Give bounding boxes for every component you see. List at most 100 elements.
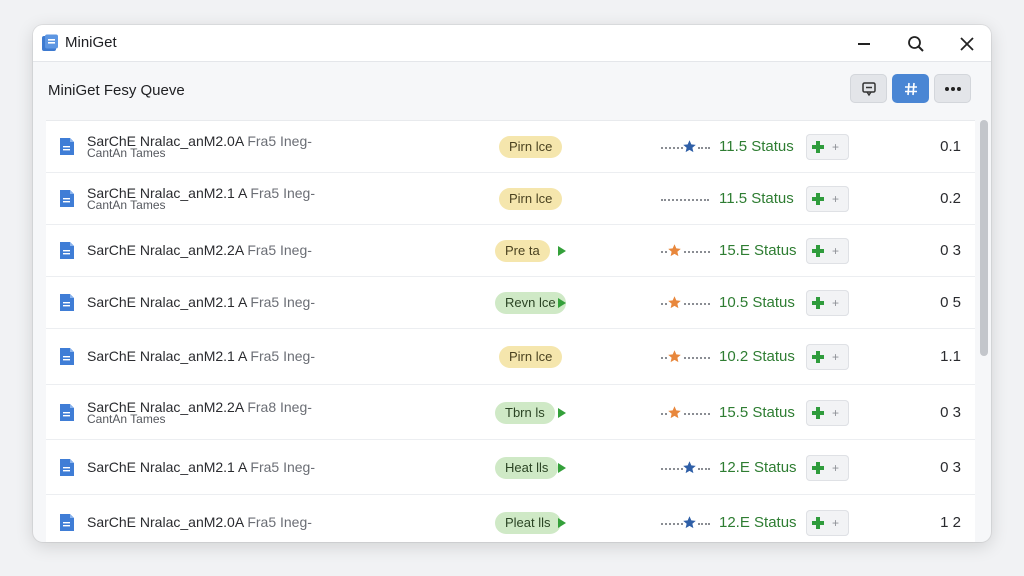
file-name-text: SarChE Nralac_anM2.1 A: [87, 348, 247, 364]
rating-dots: [661, 468, 683, 470]
row-actions: +: [806, 186, 849, 212]
comment-button[interactable]: [850, 74, 887, 103]
rating-dots: [684, 303, 710, 305]
title-bar: MiniGet: [33, 25, 991, 62]
secondary-add-icon[interactable]: +: [832, 407, 839, 419]
add-icon[interactable]: [811, 350, 825, 364]
star-icon: [668, 350, 681, 363]
file-kind: Fra5 Ineg-: [250, 459, 316, 475]
row-actions: +: [806, 290, 849, 316]
document-file-icon: [60, 459, 74, 476]
add-icon[interactable]: [811, 244, 825, 258]
row-actions: +: [806, 510, 849, 536]
rating-dots: [698, 468, 710, 470]
search-icon: [908, 36, 924, 52]
file-name: SarChE Nralac_anM2.1 A Fra5 Ineg-: [87, 294, 315, 310]
file-name: SarChE Nralac_anM2.0A Fra5 Ineg-: [87, 514, 312, 530]
secondary-add-icon[interactable]: +: [832, 462, 839, 474]
document-file-icon: [60, 138, 74, 155]
document-file-icon: [60, 294, 74, 311]
secondary-add-icon[interactable]: +: [832, 141, 839, 153]
add-icon[interactable]: [811, 461, 825, 475]
secondary-add-icon[interactable]: +: [832, 245, 839, 257]
state-pill[interactable]: Pirn lce: [499, 346, 563, 368]
state-pill[interactable]: Revn lce: [495, 292, 566, 314]
close-button[interactable]: [954, 31, 980, 57]
row-actions: +: [806, 134, 849, 160]
document-file-icon: [60, 242, 74, 259]
more-options-button[interactable]: [934, 74, 971, 103]
download-row[interactable]: SarChE Nralac_anM2.0A Fra5 Ineg- Pleat ll…: [46, 495, 975, 542]
add-icon[interactable]: [811, 516, 825, 530]
star-icon: [683, 516, 696, 529]
search-button[interactable]: [903, 31, 929, 57]
more-icon: [944, 86, 961, 91]
status-text: 12.E Status: [719, 514, 797, 531]
app-title: MiniGet: [65, 34, 117, 51]
row-value: 0.1: [940, 138, 961, 155]
file-kind: Fra5 Ineg-: [247, 242, 312, 258]
scrollbar-thumb[interactable]: [980, 120, 988, 356]
download-row[interactable]: SarChE Nralac_anM2.2A Fra8 Ineg- CantAn T…: [46, 385, 975, 440]
close-icon: [960, 37, 974, 51]
app-logo-icon: [42, 34, 58, 51]
secondary-add-icon[interactable]: +: [832, 297, 839, 309]
minimize-icon: [858, 43, 870, 45]
secondary-add-icon[interactable]: +: [832, 193, 839, 205]
secondary-add-icon[interactable]: +: [832, 517, 839, 529]
row-value: 0 3: [940, 242, 961, 259]
queue-title: MiniGet Fesy Queve: [48, 82, 185, 99]
download-row[interactable]: SarChE Nralac_anM2.1 A Fra5 Ineg- CantAn …: [46, 173, 975, 225]
row-value: 0 5: [940, 294, 961, 311]
state-pill[interactable]: Tbrn ls: [495, 402, 555, 424]
rating-dots: [698, 523, 710, 525]
state-pill[interactable]: Pleat lls: [495, 512, 561, 534]
file-kind: Fra8 Ineg-: [247, 399, 312, 415]
add-icon[interactable]: [811, 296, 825, 310]
row-value: 1 2: [940, 514, 961, 531]
row-value: 0 3: [940, 459, 961, 476]
download-row[interactable]: SarChE Nralac_anM2.1 A Fra5 Ineg- Heat ll…: [46, 440, 975, 495]
play-arrow-icon: [558, 298, 566, 308]
file-subtitle: CantAn Tames: [87, 198, 166, 212]
star-icon: [668, 296, 681, 309]
download-row[interactable]: SarChE Nralac_anM2.1 A Fra5 Ineg- Revn lc…: [46, 277, 975, 329]
download-row[interactable]: SarChE Nralac_anM2.1 A Fra5 Ineg- Pirn lc…: [46, 329, 975, 385]
minimize-button[interactable]: [851, 31, 877, 57]
scrollbar[interactable]: [978, 120, 989, 542]
file-kind: Fra5 Ineg-: [250, 185, 316, 201]
file-name-text: SarChE Nralac_anM2.1 A: [87, 459, 247, 475]
rating-dots: [684, 413, 710, 415]
file-kind: Fra5 Ineg-: [250, 294, 316, 310]
download-row[interactable]: SarChE Nralac_anM2.0A Fra5 Ineg- CantAn T…: [46, 121, 975, 173]
play-arrow-icon: [558, 246, 566, 256]
download-queue-list: SarChE Nralac_anM2.0A Fra5 Ineg- CantAn T…: [46, 120, 975, 542]
play-arrow-icon: [558, 463, 566, 473]
grid-view-button[interactable]: [892, 74, 929, 103]
hash-grid-icon: [904, 82, 917, 95]
document-file-icon: [60, 404, 74, 421]
status-text: 10.5 Status: [719, 294, 795, 311]
state-pill[interactable]: Heat lls: [495, 457, 559, 479]
rating-dots: [684, 251, 710, 253]
row-actions: +: [806, 455, 849, 481]
add-icon[interactable]: [811, 406, 825, 420]
file-subtitle: CantAn Tames: [87, 412, 166, 426]
row-actions: +: [806, 400, 849, 426]
status-text: 15.5 Status: [719, 404, 795, 421]
file-name-text: SarChE Nralac_anM2.2A: [87, 242, 244, 258]
download-row[interactable]: SarChE Nralac_anM2.2A Fra5 Ineg- Pre ta 15…: [46, 225, 975, 277]
star-icon: [683, 461, 696, 474]
rating-dots: [684, 357, 710, 359]
add-icon[interactable]: [811, 192, 825, 206]
document-file-icon: [60, 514, 74, 531]
secondary-add-icon[interactable]: +: [832, 351, 839, 363]
row-value: 0.2: [940, 190, 961, 207]
state-pill[interactable]: Pre ta: [495, 240, 550, 262]
status-text: 10.2 Status: [719, 348, 795, 365]
add-icon[interactable]: [811, 140, 825, 154]
file-name-text: SarChE Nralac_anM2.0A: [87, 514, 244, 530]
state-pill[interactable]: Pirn lce: [499, 188, 563, 210]
state-pill[interactable]: Pirn lce: [499, 136, 563, 158]
row-actions: +: [806, 344, 849, 370]
